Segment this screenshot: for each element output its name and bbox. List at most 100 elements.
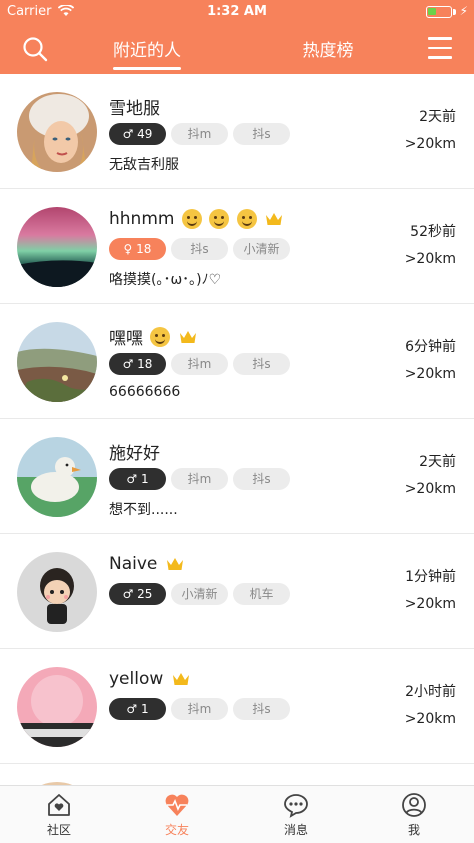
- user-name-line: 施好好: [109, 439, 160, 464]
- user-signature: 无敌吉利服: [109, 157, 179, 173]
- tab-hot-ranking[interactable]: 热度榜: [290, 36, 366, 61]
- tag-list: ♂ 25 小清新 机车: [109, 583, 295, 605]
- interest-tag: 抖s: [233, 468, 290, 490]
- user-row[interactable]: 施好好 ♂ 1 抖m 抖s 想不到...... 2天前 >20km: [0, 419, 474, 534]
- interest-tag: 机车: [233, 583, 290, 605]
- male-icon: ♂: [126, 472, 138, 486]
- avatar[interactable]: [17, 322, 97, 402]
- charging-icon: ⚡: [459, 4, 468, 18]
- age-value: 18: [136, 242, 152, 256]
- last-active-time: 1分钟前: [405, 569, 456, 585]
- tab-underline: [113, 67, 181, 70]
- avatar[interactable]: [17, 552, 97, 632]
- last-active-time: 52秒前: [410, 224, 456, 240]
- last-active-time: 2小时前: [405, 684, 456, 700]
- distance: >20km: [404, 481, 456, 497]
- last-active-time: 2天前: [419, 454, 456, 470]
- user-meta: 2天前 >20km: [405, 449, 456, 503]
- user-signature: 66666666: [109, 384, 181, 400]
- chat-bubble-icon: [284, 794, 308, 818]
- user-name-line: yellow: [109, 669, 190, 689]
- male-icon: ♂: [126, 702, 138, 716]
- user-name-line: Naive: [109, 554, 184, 574]
- crown-icon: [266, 213, 283, 225]
- user-meta: 2小时前 >20km: [405, 679, 456, 733]
- user-name: yellow: [109, 669, 164, 689]
- male-icon: ♂: [122, 127, 134, 141]
- smile-emoji-icon: [209, 209, 230, 229]
- avatar[interactable]: [17, 207, 97, 287]
- user-name-line: 雪地服: [109, 94, 160, 119]
- user-row[interactable]: [0, 764, 474, 785]
- distance: >20km: [404, 251, 456, 267]
- interest-tag: 抖s: [171, 238, 228, 260]
- interest-tag: 抖m: [171, 123, 228, 145]
- crown-icon: [179, 330, 196, 343]
- tab-community-label: 社区: [46, 823, 71, 837]
- user-name: 嘿嘿: [109, 329, 143, 349]
- grin-emoji-icon: [150, 326, 171, 347]
- tag-list: ♂ 18 抖m 抖s: [109, 353, 295, 375]
- user-signature: 咯摸摸(｡･ω･｡)ﾉ♡: [109, 272, 222, 288]
- tag-list: ♀ 18 抖s 小清新: [109, 238, 295, 260]
- user-row[interactable]: 雪地服 ♂ 49 抖m 抖s 无敌吉利服 2天前 >20km: [0, 74, 474, 189]
- battery-icon: [426, 6, 452, 18]
- tab-hot-ranking-label: 热度榜: [302, 41, 354, 61]
- bottom-tab-bar: 社区 交友 消息 我: [0, 785, 474, 843]
- age-value: 49: [137, 127, 153, 141]
- interest-tag: 小清新: [233, 238, 290, 260]
- interest-tag: 抖s: [233, 353, 290, 375]
- house-heart-icon: [48, 794, 70, 816]
- distance: >20km: [404, 136, 456, 152]
- user-name: hhnmm: [109, 209, 175, 229]
- user-row[interactable]: hhnmm ♀ 18 抖s 小清新 咯摸摸(｡･ω･｡)ﾉ♡ 52秒前 >20km: [0, 189, 474, 304]
- battery-tip: [453, 9, 456, 15]
- tab-community[interactable]: 社区: [19, 792, 99, 838]
- interest-tag: 抖s: [233, 123, 290, 145]
- tab-messages[interactable]: 消息: [256, 792, 336, 838]
- interest-tag: 抖m: [171, 468, 228, 490]
- tab-dating[interactable]: 交友: [137, 792, 217, 838]
- user-row[interactable]: Naive ♂ 25 小清新 机车 1分钟前 >20km: [0, 534, 474, 649]
- tag-list: ♂ 49 抖m 抖s: [109, 123, 295, 145]
- tab-me[interactable]: 我: [374, 792, 454, 838]
- distance: >20km: [404, 366, 456, 382]
- crown-icon: [172, 673, 189, 685]
- avatar[interactable]: [17, 437, 97, 517]
- tab-nearby[interactable]: 附近的人: [105, 36, 189, 70]
- search-icon[interactable]: [22, 36, 48, 62]
- clock: 1:32 AM: [207, 4, 267, 19]
- gender-age-badge: ♂ 25: [109, 583, 166, 605]
- user-name-line: 嘿嘿: [109, 324, 197, 349]
- avatar[interactable]: [17, 92, 97, 172]
- menu-icon[interactable]: [428, 37, 452, 59]
- male-icon: ♂: [122, 357, 134, 371]
- tab-me-label: 我: [407, 823, 420, 837]
- user-meta: 2天前 >20km: [405, 104, 456, 158]
- user-name: Naive: [109, 554, 158, 574]
- gender-age-badge: ♂ 1: [109, 698, 166, 720]
- last-active-time: 6分钟前: [405, 339, 456, 355]
- user-name: 施好好: [109, 444, 160, 464]
- last-active-time: 2天前: [419, 109, 456, 125]
- tag-list: ♂ 1 抖m 抖s: [109, 468, 295, 490]
- user-meta: 6分钟前 >20km: [405, 334, 456, 388]
- nearby-user-list[interactable]: 雪地服 ♂ 49 抖m 抖s 无敌吉利服 2天前 >20km hhnmm ♀ 1…: [0, 74, 474, 785]
- heartbeat-icon: [165, 794, 189, 816]
- avatar[interactable]: [17, 667, 97, 747]
- gender-age-badge: ♂ 18: [109, 353, 166, 375]
- age-value: 1: [140, 472, 149, 486]
- nav-bar: 附近的人 热度榜: [0, 24, 474, 74]
- age-value: 1: [140, 702, 149, 716]
- tab-dating-label: 交友: [164, 823, 189, 837]
- interest-tag: 小清新: [171, 583, 228, 605]
- smile-emoji-icon: [236, 209, 257, 229]
- user-row[interactable]: 嘿嘿 ♂ 18 抖m 抖s 66666666 6分钟前 >20km: [0, 304, 474, 419]
- user-row[interactable]: yellow ♂ 1 抖m 抖s 2小时前 >20km: [0, 649, 474, 764]
- interest-tag: 抖m: [171, 698, 228, 720]
- female-icon: ♀: [123, 242, 133, 256]
- age-value: 25: [137, 587, 153, 601]
- status-bar: Carrier 1:32 AM ⚡: [0, 0, 474, 24]
- tab-nearby-label: 附近的人: [113, 41, 181, 61]
- distance: >20km: [404, 596, 456, 612]
